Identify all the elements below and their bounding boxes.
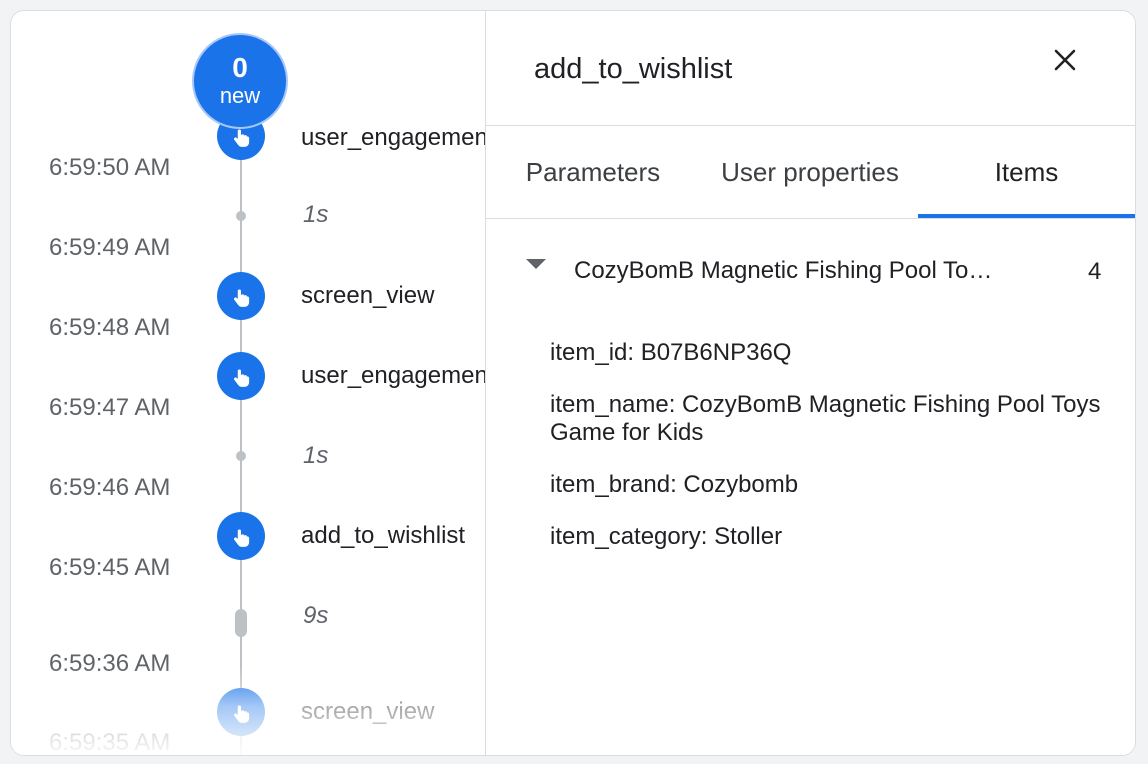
event-touch-icon[interactable] bbox=[217, 352, 265, 400]
tab-parameters[interactable]: Parameters bbox=[498, 126, 688, 219]
panel-title: add_to_wishlist bbox=[534, 53, 733, 85]
event-name[interactable]: user_engagement bbox=[301, 123, 485, 153]
duration-label: 1s bbox=[303, 201, 329, 228]
event-name[interactable]: user_engagement bbox=[301, 361, 485, 391]
event-touch-icon[interactable] bbox=[217, 512, 265, 560]
event-touch-icon[interactable] bbox=[217, 272, 265, 320]
tab-user-properties[interactable]: User properties bbox=[704, 126, 916, 219]
duration-label: 9s bbox=[303, 602, 329, 629]
timestamp: 6:59:49 AM bbox=[49, 234, 171, 261]
tabs-divider bbox=[486, 218, 1135, 219]
active-tab-indicator bbox=[918, 214, 1135, 218]
item-param-count: 4 bbox=[1088, 258, 1102, 285]
timestamp: 6:59:48 AM bbox=[49, 314, 171, 341]
event-name[interactable]: add_to_wishlist bbox=[301, 521, 465, 551]
close-icon bbox=[1054, 49, 1076, 71]
timestamp: 6:59:50 AM bbox=[49, 154, 171, 181]
event-timeline[interactable]: user_engagement 0 new 6:59:50 AM 1s 6:59… bbox=[11, 11, 486, 755]
item-title: CozyBomB Magnetic Fishing Pool Toys Game… bbox=[574, 257, 994, 284]
item-param: item_name: CozyBomB Magnetic Fishing Poo… bbox=[550, 391, 1101, 446]
timestamp: 6:59:47 AM bbox=[49, 394, 171, 421]
event-name[interactable]: screen_view bbox=[301, 281, 434, 311]
caret-down-icon bbox=[526, 259, 546, 269]
event-name[interactable]: screen_view bbox=[301, 697, 434, 727]
debugview-card: user_engagement 0 new 6:59:50 AM 1s 6:59… bbox=[10, 10, 1136, 756]
gap-dot bbox=[236, 211, 246, 221]
timestamp: 6:59:46 AM bbox=[49, 474, 171, 501]
timestamp: 6:59:45 AM bbox=[49, 554, 171, 581]
detail-tabs: Parameters User properties Items bbox=[486, 126, 1135, 219]
duration-label: 1s bbox=[303, 442, 329, 469]
new-label: new bbox=[219, 83, 261, 108]
tab-items[interactable]: Items bbox=[918, 126, 1135, 219]
gap-dot bbox=[236, 451, 246, 461]
event-details-panel: add_to_wishlist Parameters User properti… bbox=[486, 11, 1135, 755]
event-touch-icon[interactable] bbox=[217, 688, 265, 736]
item-param: item_id: B07B6NP36Q bbox=[550, 339, 792, 366]
timestamp: 6:59:35 AM bbox=[49, 729, 171, 755]
item-expander[interactable]: CozyBomB Magnetic Fishing Pool Toys Game… bbox=[526, 253, 1106, 293]
item-param: item_category: Stoller bbox=[550, 523, 783, 550]
item-param: item_brand: Cozybomb bbox=[550, 471, 799, 498]
timestamp: 6:59:36 AM bbox=[49, 650, 171, 677]
new-count: 0 bbox=[232, 52, 248, 83]
new-events-badge[interactable]: 0 new bbox=[192, 33, 288, 129]
close-button[interactable] bbox=[1048, 43, 1082, 77]
gap-bar bbox=[235, 609, 247, 637]
